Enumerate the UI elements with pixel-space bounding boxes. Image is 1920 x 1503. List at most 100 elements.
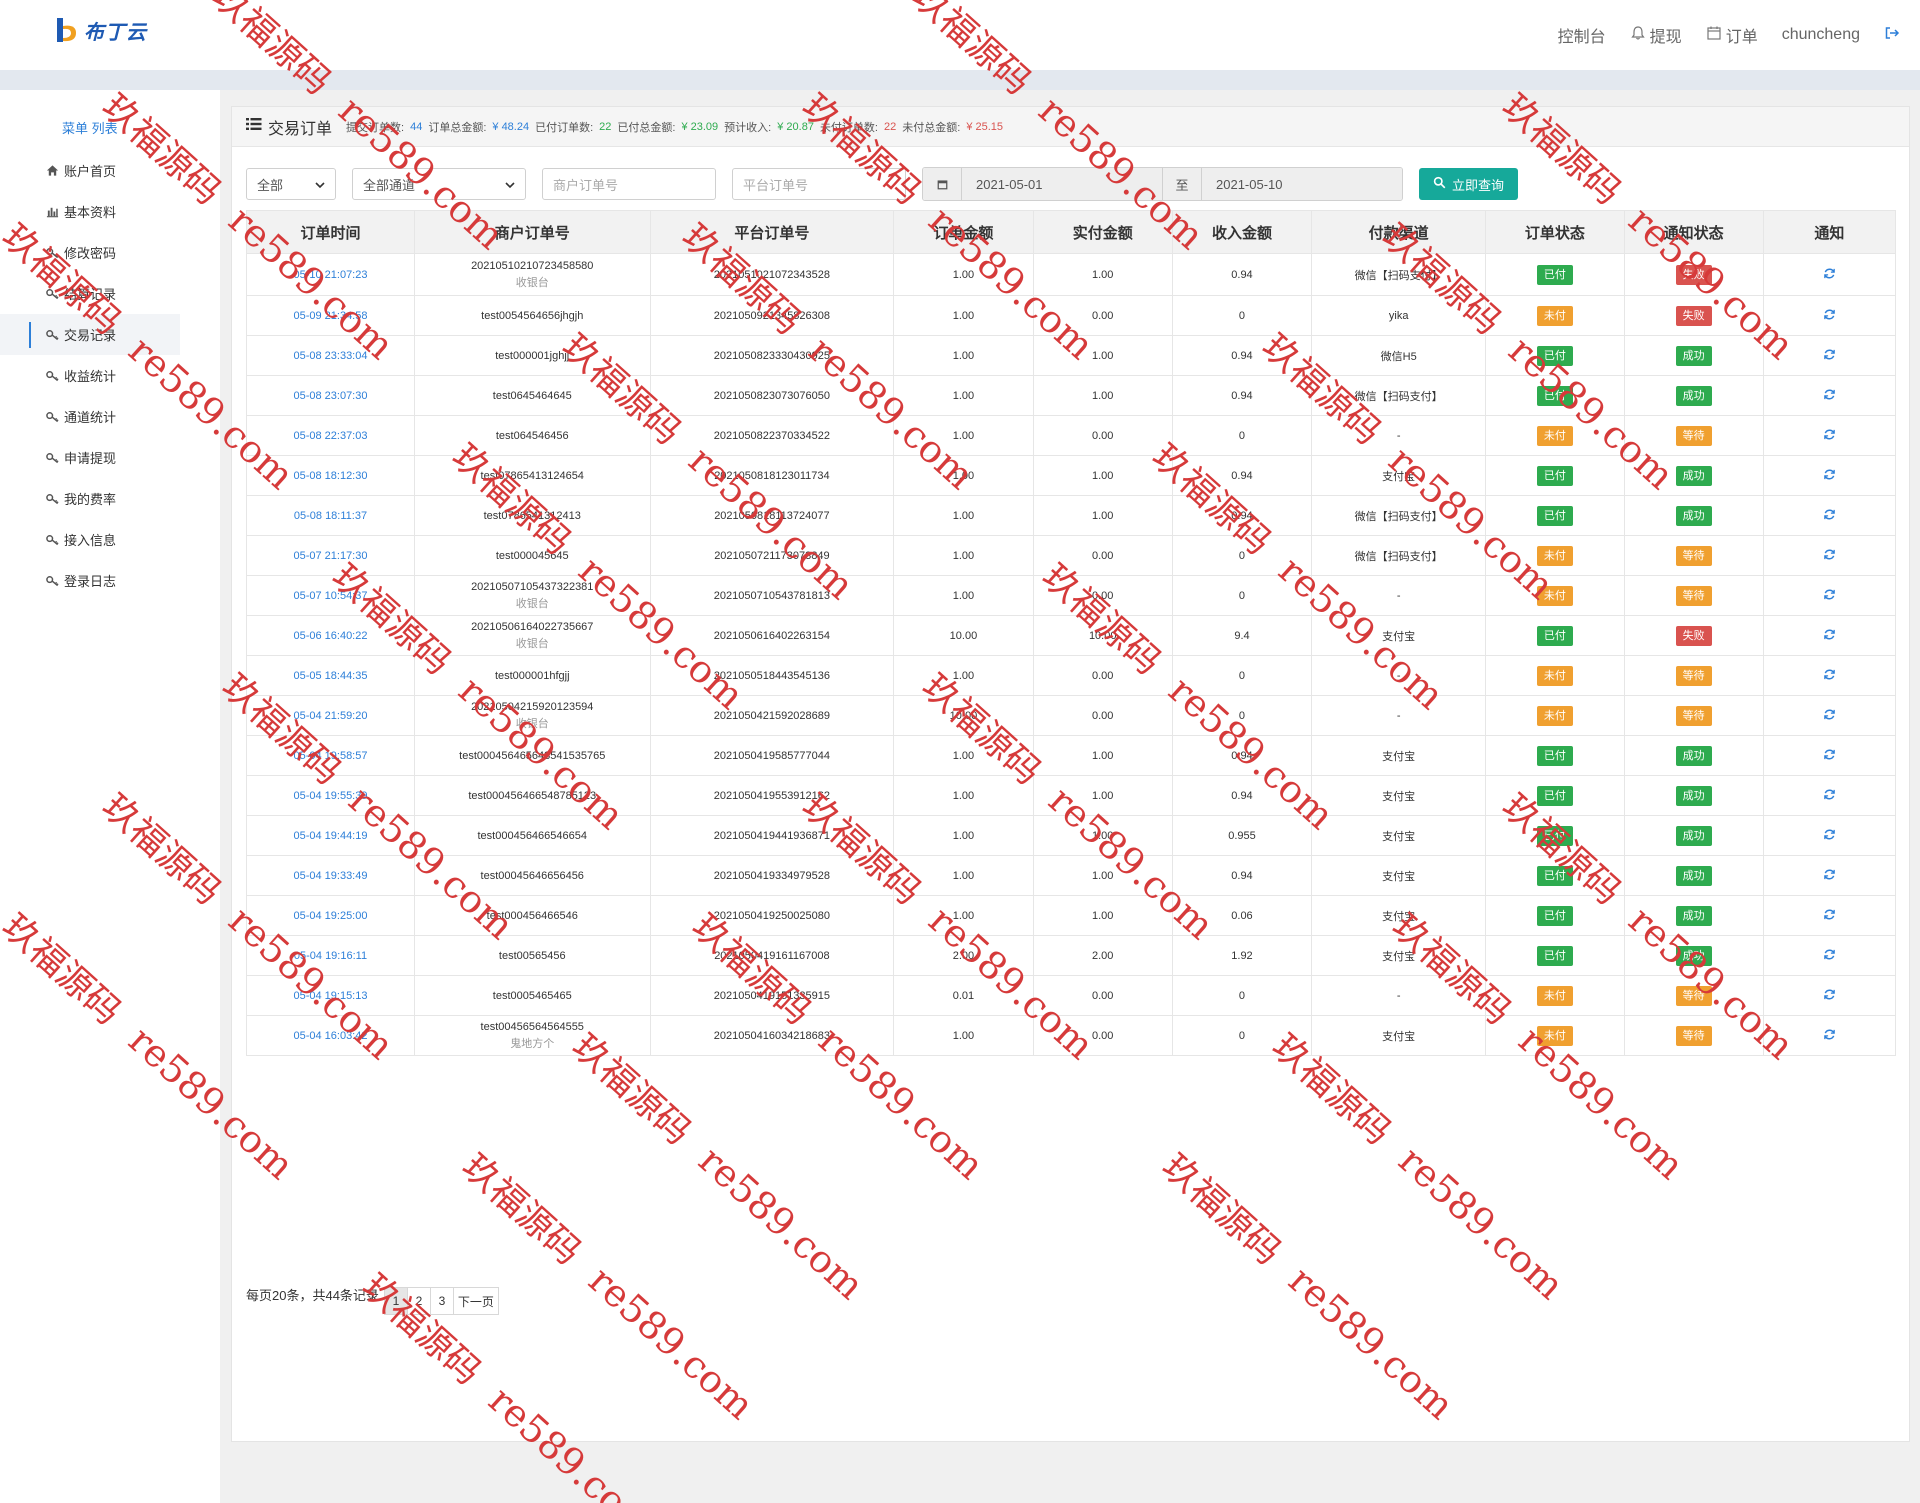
sidebar-item[interactable]: 申请提现 bbox=[0, 437, 220, 478]
page-button[interactable]: 1 bbox=[383, 1287, 408, 1315]
refresh-icon[interactable] bbox=[1822, 548, 1836, 562]
income-amount: 0 bbox=[1171, 695, 1313, 736]
sidebar-item[interactable]: 登录日志 bbox=[0, 560, 220, 601]
query-button[interactable]: 立即查询 bbox=[1419, 168, 1519, 200]
order-time[interactable]: 05-08 23:33:04 bbox=[293, 350, 367, 362]
merchant-order-no: 20210510210723458580 bbox=[471, 259, 594, 272]
refresh-icon[interactable] bbox=[1822, 628, 1836, 642]
orders-panel: 交易订单 提交订单数: 44 订单总金额: ¥ 48.24 已付订单数: 22 … bbox=[231, 106, 1910, 1442]
order-time[interactable]: 05-08 22:37:03 bbox=[293, 430, 367, 442]
order-time[interactable]: 05-10 21:07:23 bbox=[293, 269, 367, 281]
refresh-icon[interactable] bbox=[1822, 468, 1836, 482]
nav-user[interactable]: chuncheng bbox=[1782, 26, 1860, 44]
date-to-input[interactable]: 2021-05-10 bbox=[1202, 168, 1402, 200]
order-time[interactable]: 05-08 23:07:30 bbox=[293, 390, 367, 402]
refresh-icon[interactable] bbox=[1822, 908, 1836, 922]
order-amount: 0.01 bbox=[893, 975, 1034, 1016]
status-select[interactable]: 全部 bbox=[246, 168, 336, 200]
order-time[interactable]: 05-08 18:12:30 bbox=[293, 470, 367, 482]
order-time[interactable]: 05-04 19:58:57 bbox=[293, 750, 367, 762]
refresh-icon[interactable] bbox=[1822, 588, 1836, 602]
order-time[interactable]: 05-07 10:54:37 bbox=[293, 590, 367, 602]
order-time[interactable]: 05-04 16:03:42 bbox=[293, 1030, 367, 1042]
platform-order-input[interactable]: 平台订单号 bbox=[732, 168, 906, 200]
page-button[interactable]: 3 bbox=[429, 1287, 454, 1315]
order-time[interactable]: 05-04 21:59:20 bbox=[293, 710, 367, 722]
top-bar: 布丁云 控制台 提现 订单 chuncheng bbox=[0, 0, 1920, 70]
merchant-order-cell: test000456465648541535765 bbox=[413, 735, 651, 776]
order-status-cell: 未付 bbox=[1485, 1015, 1625, 1056]
sidebar-item[interactable]: 我的费率 bbox=[0, 478, 220, 519]
order-time[interactable]: 05-08 18:11:37 bbox=[294, 510, 367, 522]
income-amount: 0.94 bbox=[1171, 335, 1313, 376]
paid-amount: 1.00 bbox=[1032, 335, 1173, 376]
logout-button[interactable] bbox=[1884, 25, 1900, 46]
nav-withdraw[interactable]: 提现 bbox=[1630, 23, 1682, 47]
refresh-icon[interactable] bbox=[1822, 828, 1836, 842]
platform-order-no: 2021050419250025080 bbox=[649, 895, 895, 936]
refresh-icon[interactable] bbox=[1822, 508, 1836, 522]
order-time[interactable]: 05-07 21:17:30 bbox=[293, 550, 367, 562]
order-time-cell: 05-08 22:37:03 bbox=[246, 415, 415, 456]
sidebar-item[interactable]: 账户首页 bbox=[0, 150, 220, 191]
order-time[interactable]: 05-04 19:15:13 bbox=[293, 990, 367, 1002]
order-status-cell: 已付 bbox=[1485, 253, 1625, 296]
sidebar-item[interactable]: 基本资料 bbox=[0, 191, 220, 232]
income-amount: 0.94 bbox=[1171, 735, 1313, 776]
sidebar-item[interactable]: 修改密码 bbox=[0, 232, 220, 273]
sidebar-item[interactable]: 结算记录 bbox=[0, 273, 220, 314]
date-to-label: 至 bbox=[1162, 168, 1202, 200]
next-page-button[interactable]: 下一页 bbox=[452, 1287, 499, 1315]
sidebar-item[interactable]: 通道统计 bbox=[0, 396, 220, 437]
nav-withdraw-label: 提现 bbox=[1649, 29, 1682, 46]
sidebar-item[interactable]: 接入信息 bbox=[0, 519, 220, 560]
order-time[interactable]: 05-04 19:44:19 bbox=[293, 830, 367, 842]
order-time[interactable]: 05-04 19:25:00 bbox=[293, 910, 367, 922]
nav-orders[interactable]: 订单 bbox=[1706, 23, 1758, 47]
refresh-icon[interactable] bbox=[1822, 788, 1836, 802]
column-header: 付款渠道 bbox=[1311, 210, 1487, 254]
sidebar-item[interactable]: 交易记录 bbox=[0, 314, 180, 355]
refresh-icon[interactable] bbox=[1822, 868, 1836, 882]
order-time[interactable]: 05-04 19:16:11 bbox=[294, 950, 367, 962]
page-button[interactable]: 2 bbox=[406, 1287, 431, 1315]
refresh-icon[interactable] bbox=[1822, 267, 1836, 281]
order-time[interactable]: 05-04 19:33:49 bbox=[293, 870, 367, 882]
refresh-icon[interactable] bbox=[1822, 428, 1836, 442]
paid-amount: 0.00 bbox=[1032, 975, 1173, 1016]
bar-chart-icon bbox=[46, 205, 59, 218]
paid-amount: 2.00 bbox=[1032, 935, 1173, 976]
refresh-icon[interactable] bbox=[1822, 388, 1836, 402]
order-time[interactable]: 05-05 18:44:35 bbox=[293, 670, 367, 682]
channel-select-value: 全部通道 bbox=[363, 177, 416, 193]
order-amount: 1.00 bbox=[893, 895, 1034, 936]
date-from-input[interactable]: 2021-05-01 bbox=[962, 168, 1162, 200]
refresh-icon[interactable] bbox=[1822, 948, 1836, 962]
refresh-icon[interactable] bbox=[1822, 708, 1836, 722]
merchant-order-input[interactable]: 商户订单号 bbox=[542, 168, 716, 200]
merchant-order-cell: 20210504215920123594 收银台 bbox=[413, 695, 651, 736]
stat-paid-count-label: 已付订单数: bbox=[535, 121, 594, 134]
notify-cell bbox=[1762, 735, 1897, 776]
brand-logo[interactable]: 布丁云 bbox=[54, 14, 147, 46]
refresh-icon[interactable] bbox=[1822, 668, 1836, 682]
order-amount: 1.00 bbox=[893, 775, 1034, 816]
sidebar-item-label: 修改密码 bbox=[64, 246, 117, 261]
refresh-icon[interactable] bbox=[1822, 1028, 1836, 1042]
order-time[interactable]: 05-09 21:34:58 bbox=[293, 310, 367, 322]
table-row: 05-04 19:44:19 test000456466546654 2021050… bbox=[246, 815, 1897, 856]
refresh-icon[interactable] bbox=[1822, 348, 1836, 362]
refresh-icon[interactable] bbox=[1822, 308, 1836, 322]
notify-status-badge: 成功 bbox=[1675, 905, 1712, 926]
order-time[interactable]: 05-04 19:55:39 bbox=[293, 790, 367, 802]
order-time-cell: 05-08 18:12:30 bbox=[246, 455, 415, 496]
paid-amount: 1.00 bbox=[1032, 775, 1173, 816]
order-time[interactable]: 05-06 16:40:22 bbox=[293, 630, 367, 642]
channel-select[interactable]: 全部通道 bbox=[352, 168, 526, 200]
refresh-icon[interactable] bbox=[1822, 988, 1836, 1002]
top-nav: 控制台 提现 订单 chuncheng bbox=[1558, 0, 1900, 70]
sidebar-item[interactable]: 收益统计 bbox=[0, 355, 220, 396]
nav-dashboard[interactable]: 控制台 bbox=[1558, 23, 1606, 47]
refresh-icon[interactable] bbox=[1822, 748, 1836, 762]
table-row: 05-08 18:12:30 test07865413124654 20210508… bbox=[246, 455, 1897, 496]
